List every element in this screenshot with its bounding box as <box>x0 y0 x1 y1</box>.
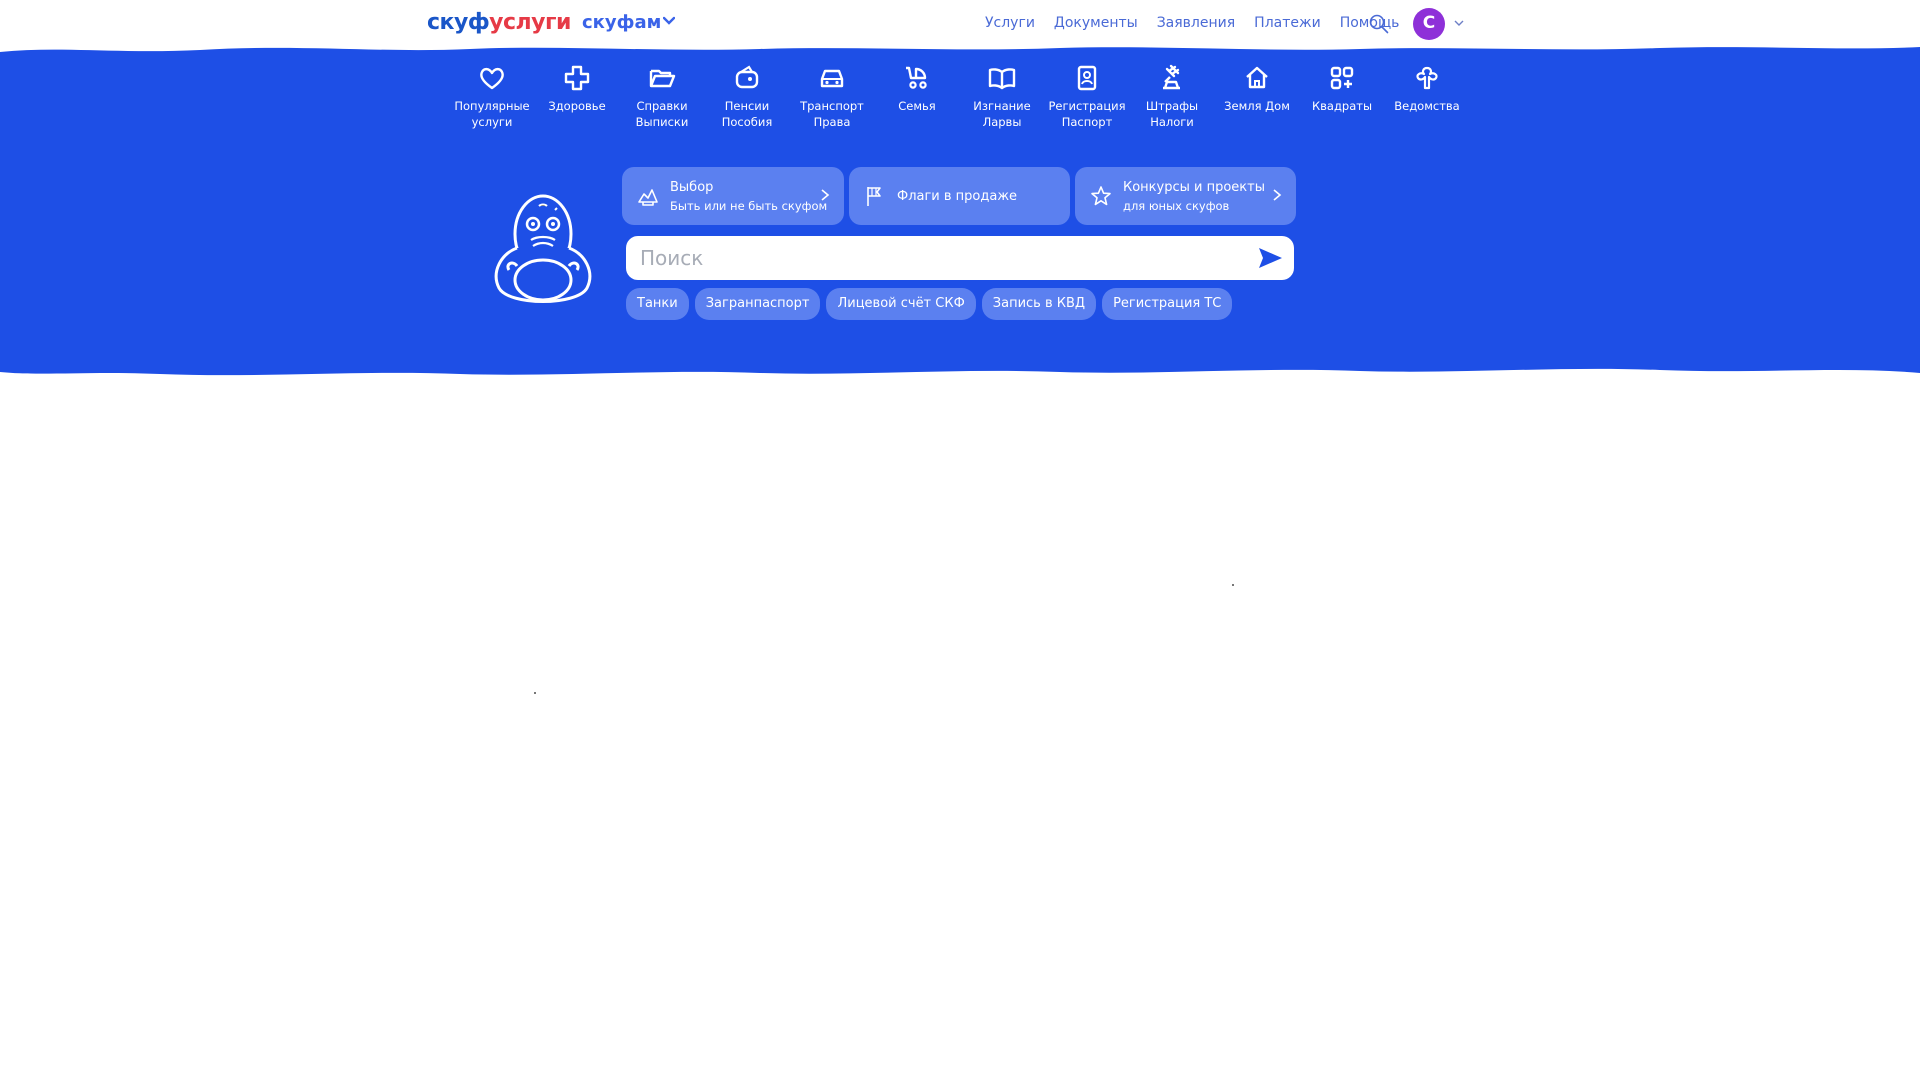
search-icon[interactable] <box>1368 13 1390 35</box>
category-label: Земля Дом <box>1224 99 1290 113</box>
chevron-down-icon <box>663 15 676 29</box>
category-label: Популярные услуги <box>454 99 530 129</box>
category-label: Здоровье <box>548 99 606 113</box>
chevron-right-icon <box>821 189 830 201</box>
quick-link-chip[interactable]: Танки <box>626 288 689 320</box>
house-icon <box>1246 66 1268 89</box>
squares-icon <box>1330 66 1354 90</box>
nav-services[interactable]: Услуги <box>985 15 1035 31</box>
category-label: Квадраты <box>1311 99 1373 113</box>
quick-link-chip[interactable]: Загранпаспорт <box>694 288 821 320</box>
promo-title: Конкурсы и проекты <box>1123 179 1265 195</box>
logo-part-1: скуф <box>427 10 490 35</box>
mascot-illustration <box>494 194 592 303</box>
promo-card-flags[interactable]: Флаги в продаже <box>849 167 1070 225</box>
category-pensions[interactable]: Пенсии Пособия <box>705 64 789 130</box>
category-popular[interactable]: Популярные услуги <box>450 64 534 130</box>
nav-applications[interactable]: Заявления <box>1157 15 1235 31</box>
category-fines[interactable]: Штрафы Налоги <box>1130 64 1214 130</box>
category-label: Справки Выписки <box>635 99 689 129</box>
flag-icon <box>867 187 881 206</box>
avatar[interactable]: С <box>1413 8 1445 40</box>
chevron-down-icon[interactable] <box>1452 15 1466 29</box>
category-agencies[interactable]: Ведомства <box>1385 64 1469 114</box>
passport-icon <box>1077 65 1097 91</box>
emblem-icon <box>1416 66 1438 90</box>
category-squares[interactable]: Квадраты <box>1300 64 1384 114</box>
nav-documents[interactable]: Документы <box>1054 15 1138 31</box>
quick-link-chip[interactable]: Запись в КВД <box>981 288 1097 320</box>
category-passport[interactable]: Регистрация Паспорт <box>1045 64 1129 130</box>
promo-card-contests[interactable]: Конкурсы и проекты для юных скуфов <box>1075 167 1296 225</box>
star-icon <box>1091 186 1111 206</box>
stroller-icon <box>906 66 927 89</box>
category-label: Семья <box>898 99 936 113</box>
nav-payments[interactable]: Платежи <box>1254 15 1321 31</box>
category-label: Изгнание Ларвы <box>973 99 1031 129</box>
book-icon <box>988 68 1016 90</box>
logo-part-2: услуги <box>489 10 571 35</box>
stray-dot <box>534 692 536 694</box>
category-health[interactable]: Здоровье <box>535 64 619 114</box>
category-label: Транспорт Права <box>800 99 864 129</box>
category-transport[interactable]: Транспорт Права <box>790 64 874 130</box>
category-certificates[interactable]: Справки Выписки <box>620 64 704 130</box>
category-label: Штрафы Налоги <box>1145 99 1199 129</box>
family-switcher-label: скуфам <box>582 12 662 33</box>
heart-icon <box>480 67 504 90</box>
category-land[interactable]: Земля Дом <box>1215 64 1299 114</box>
family-switcher[interactable]: скуфам <box>582 12 676 33</box>
search-input[interactable] <box>640 242 1220 274</box>
promo-subtitle: Быть или не быть скуфом <box>670 198 828 213</box>
medical-cross-icon <box>564 65 590 91</box>
category-exorcism[interactable]: Изгнание Ларвы <box>960 64 1044 130</box>
send-arrow-icon[interactable] <box>1256 245 1284 271</box>
folder-icon <box>649 69 676 88</box>
car-icon <box>820 69 844 88</box>
category-label: Регистрация Паспорт <box>1048 99 1126 129</box>
stray-dot <box>1232 584 1234 586</box>
gavel-icon <box>1163 64 1180 90</box>
search-bar <box>626 236 1294 280</box>
promo-title: Выбор <box>670 179 714 195</box>
promo-card-election[interactable]: Выбор Быть или не быть скуфом <box>622 167 844 225</box>
ballot-icon <box>638 189 658 206</box>
category-label: Пенсии Пособия <box>721 99 773 129</box>
top-header: скуфуслуги скуфам Услуги Документы Заявл… <box>0 0 1920 50</box>
promo-title: Флаги в продаже <box>897 188 1018 204</box>
quick-link-chip[interactable]: Лицевой счёт СКФ <box>826 288 976 320</box>
category-label: Ведомства <box>1394 99 1460 113</box>
quick-link-chip[interactable]: Регистрация ТС <box>1102 288 1233 320</box>
promo-subtitle: для юных скуфов <box>1123 198 1230 213</box>
category-family[interactable]: Семья <box>875 64 959 114</box>
quick-links: Танки Загранпаспорт Лицевой счёт СКФ Зап… <box>626 288 1233 320</box>
wallet-icon <box>735 65 759 89</box>
site-logo[interactable]: скуфуслуги <box>427 10 571 35</box>
main-nav: Услуги Документы Заявления Платежи Помощ… <box>985 15 1399 31</box>
chevron-right-icon <box>1273 189 1282 201</box>
